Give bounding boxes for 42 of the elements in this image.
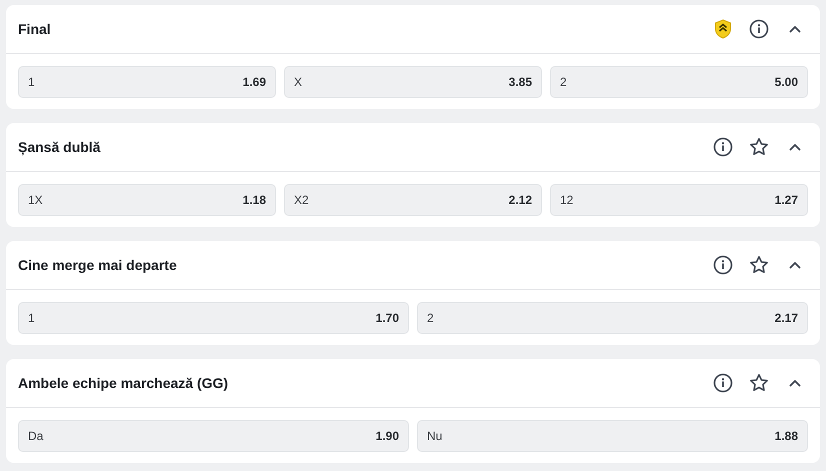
shield-icon <box>714 19 732 39</box>
outcome-label: X <box>294 75 302 89</box>
odds-value: 3.85 <box>508 75 532 89</box>
star-icon <box>749 255 769 275</box>
market-title: Cine merge mai departe <box>18 257 178 273</box>
star-icon <box>749 137 769 157</box>
odds-button[interactable]: 12 1.27 <box>550 184 808 216</box>
outcome-label: 1 <box>28 311 35 325</box>
odds-value: 1.88 <box>774 429 798 443</box>
star-icon <box>749 373 769 393</box>
market-title: Șansă dublă <box>18 139 102 155</box>
odds-value: 5.00 <box>774 75 798 89</box>
outcome-label: 1 <box>28 75 35 89</box>
outcome-label: 1X <box>28 193 43 207</box>
odds-button[interactable]: 2 2.17 <box>417 302 808 334</box>
odds-value: 2.17 <box>774 311 798 325</box>
outcome-label: 2 <box>427 311 434 325</box>
info-icon <box>713 255 733 275</box>
odds-value: 1.69 <box>242 75 266 89</box>
outcome-label: X2 <box>294 193 309 207</box>
odds-button[interactable]: 1 1.69 <box>18 66 276 98</box>
outcome-label: Nu <box>427 429 442 443</box>
outcome-label: Da <box>28 429 44 443</box>
odds-button[interactable]: X 3.85 <box>284 66 542 98</box>
odds-value: 1.18 <box>242 193 266 207</box>
odds-value: 2.12 <box>508 193 532 207</box>
odds-button[interactable]: 1 1.70 <box>18 302 409 334</box>
outcome-label: 2 <box>560 75 567 89</box>
odds-value: 1.90 <box>376 429 399 443</box>
odds-button[interactable]: Nu 1.88 <box>417 420 808 452</box>
market-title: Ambele echipe marchează (GG) <box>18 375 230 391</box>
odds-button[interactable]: 2 5.00 <box>550 66 808 98</box>
odds-button[interactable]: Da 1.90 <box>18 420 409 452</box>
odds-value: 1.27 <box>774 193 798 207</box>
info-icon <box>713 373 733 393</box>
info-icon <box>713 137 733 157</box>
odds-button[interactable]: X2 2.12 <box>284 184 542 216</box>
odds-value: 1.70 <box>376 311 399 325</box>
outcome-label: 12 <box>560 193 574 207</box>
info-icon <box>749 19 769 39</box>
odds-button[interactable]: 1X 1.18 <box>18 184 276 216</box>
market-title: Final <box>18 21 52 37</box>
